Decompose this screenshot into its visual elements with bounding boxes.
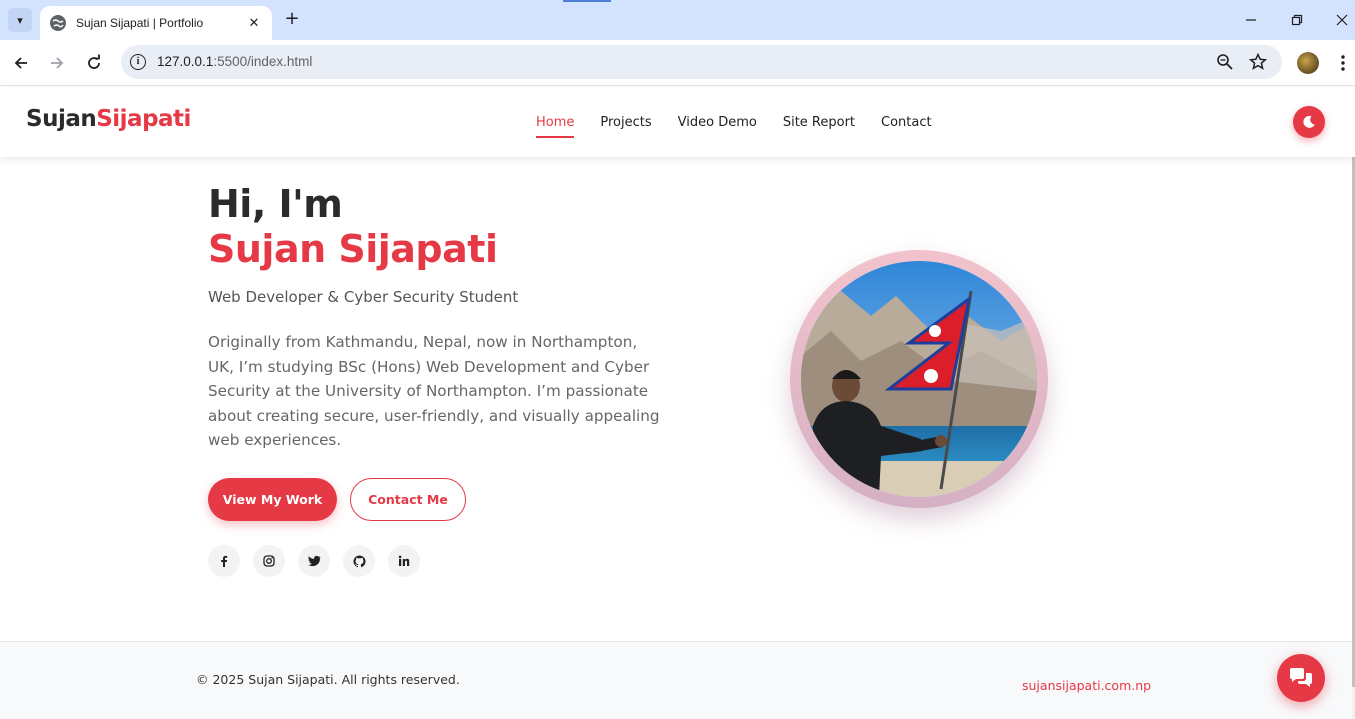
hero-name: Sujan Sijapati xyxy=(208,227,498,271)
site-header: SujanSijapati Home Projects Video Demo S… xyxy=(0,87,1355,157)
minimize-icon[interactable] xyxy=(1239,8,1263,32)
url-host: 127.0.0.1 xyxy=(157,54,214,69)
reload-icon[interactable] xyxy=(82,51,106,75)
nav-projects[interactable]: Projects xyxy=(600,111,651,134)
browser-tab[interactable]: Sujan Sijapati | Portfolio ✕ xyxy=(40,6,272,40)
instagram-icon[interactable] xyxy=(253,545,285,577)
copyright-text: © 2025 Sujan Sijapati. All rights reserv… xyxy=(196,672,460,687)
chat-icon xyxy=(1290,668,1312,687)
back-icon[interactable] xyxy=(9,51,33,75)
hero-role: Web Developer & Cyber Security Student xyxy=(208,288,519,306)
hero-bio: Originally from Kathmandu, Nepal, now in… xyxy=(208,333,660,450)
twitter-icon[interactable] xyxy=(298,545,330,577)
forward-icon[interactable] xyxy=(45,51,69,75)
globe-icon xyxy=(50,15,66,31)
profile-avatar[interactable] xyxy=(1297,52,1319,74)
more-menu-icon[interactable] xyxy=(1334,51,1352,75)
facebook-icon[interactable] xyxy=(208,545,240,577)
bookmark-star-icon[interactable] xyxy=(1248,52,1268,72)
main-nav: Home Projects Video Demo Site Report Con… xyxy=(536,87,932,157)
tab-title: Sujan Sijapati | Portfolio xyxy=(76,16,204,30)
tab-search-button[interactable]: ▾ xyxy=(8,8,32,32)
restore-icon[interactable] xyxy=(1285,8,1309,32)
tab-drag-indicator xyxy=(563,0,611,2)
theme-toggle-button[interactable] xyxy=(1293,106,1325,138)
close-icon[interactable] xyxy=(1330,8,1354,32)
chevron-down-icon: ▾ xyxy=(17,13,23,27)
view-my-work-button[interactable]: View My Work xyxy=(208,478,337,521)
nav-site-report[interactable]: Site Report xyxy=(783,111,855,134)
site-info-icon[interactable]: i xyxy=(130,54,146,70)
profile-photo xyxy=(801,261,1037,497)
browser-toolbar: i 127.0.0.1:5500/index.html xyxy=(0,40,1355,86)
linkedin-icon[interactable] xyxy=(388,545,420,577)
logo-last-name: Sijapati xyxy=(96,106,191,132)
social-links xyxy=(208,545,420,577)
github-icon[interactable] xyxy=(343,545,375,577)
new-tab-button[interactable]: + xyxy=(282,9,302,29)
site-footer: © 2025 Sujan Sijapati. All rights reserv… xyxy=(0,641,1355,719)
hero-greeting: Hi, I'm xyxy=(208,182,343,226)
logo-first-name: Sujan xyxy=(26,106,97,132)
browser-tab-bar: ▾ Sujan Sijapati | Portfolio ✕ + xyxy=(0,0,1355,40)
moon-icon xyxy=(1303,115,1315,128)
contact-me-button[interactable]: Contact Me xyxy=(350,478,466,521)
address-bar[interactable]: i 127.0.0.1:5500/index.html xyxy=(121,45,1282,79)
nav-video-demo[interactable]: Video Demo xyxy=(678,111,757,134)
site-logo[interactable]: SujanSijapati xyxy=(26,106,191,132)
zoom-icon[interactable] xyxy=(1215,52,1235,72)
footer-domain-link[interactable]: sujansijapati.com.np xyxy=(1022,678,1151,693)
nav-contact[interactable]: Contact xyxy=(881,111,932,134)
chat-button[interactable] xyxy=(1277,654,1325,702)
url-text[interactable]: 127.0.0.1:5500/index.html xyxy=(157,54,312,69)
nav-home[interactable]: Home xyxy=(536,111,575,138)
tab-close-icon[interactable]: ✕ xyxy=(246,16,262,31)
url-path: :5500/index.html xyxy=(213,54,313,69)
